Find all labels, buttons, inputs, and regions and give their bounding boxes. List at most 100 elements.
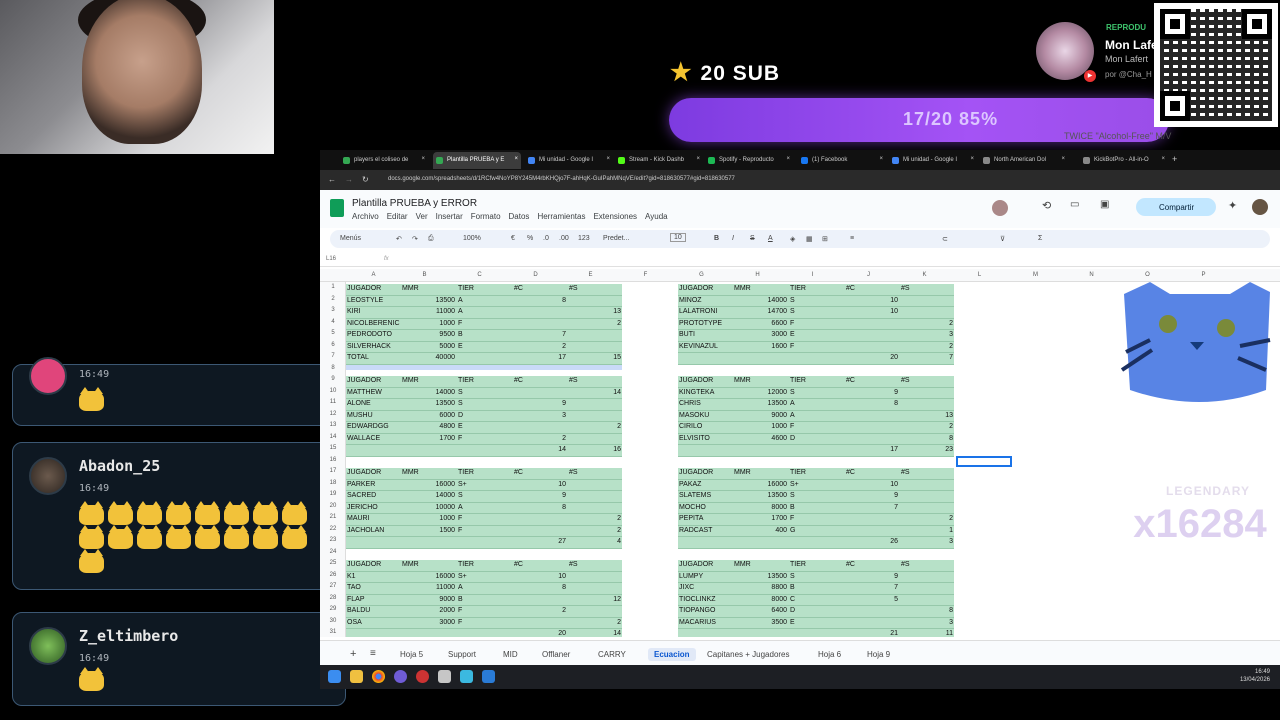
tab-close-icon[interactable]: × (879, 156, 883, 162)
table-cell[interactable]: S+ (458, 481, 510, 488)
header-cell[interactable]: #S (569, 285, 621, 292)
table-cell[interactable]: A (790, 412, 842, 419)
column-header[interactable]: C (452, 272, 507, 278)
table-cell[interactable]: E (790, 331, 842, 338)
cell-reference[interactable]: L16 (326, 256, 336, 262)
table-cell[interactable]: 3500 (734, 619, 787, 626)
header-cell[interactable]: JUGADOR (679, 285, 733, 292)
header-cell[interactable]: MMR (402, 561, 455, 568)
address-bar[interactable]: ← → ↻ docs.google.com/spreadsheets/d/1RC… (320, 170, 1280, 190)
table-cell[interactable]: S+ (790, 481, 842, 488)
filter-icon[interactable]: ⊽ (1000, 235, 1005, 243)
header-cell[interactable]: JUGADOR (679, 561, 733, 568)
table-cell[interactable]: 2 (901, 423, 953, 430)
notepad-icon[interactable] (460, 670, 473, 683)
table-cell[interactable]: 17 (846, 446, 898, 453)
table-cell[interactable]: 27 (514, 538, 566, 545)
header-cell[interactable]: TIER (458, 377, 510, 384)
browser-tab[interactable]: Mi unidad - Google I × (889, 152, 977, 169)
add-sheet-icon[interactable]: + (350, 648, 356, 660)
table-cell[interactable]: 8 (901, 435, 953, 442)
table-cell[interactable]: 9 (514, 492, 566, 499)
table-cell[interactable]: 16000 (402, 481, 455, 488)
header-cell[interactable]: #S (901, 469, 953, 476)
row-header[interactable]: 14 (320, 434, 346, 440)
table-cell[interactable]: 14700 (734, 308, 787, 315)
table-cell[interactable]: 8 (846, 400, 898, 407)
menu-editar[interactable]: Editar (387, 212, 408, 221)
decrease-decimal-button[interactable]: .0 (543, 235, 549, 242)
header-cell[interactable]: TIER (790, 285, 842, 292)
column-header[interactable]: I (785, 272, 840, 278)
table-cell[interactable]: B (458, 331, 510, 338)
table-cell[interactable]: BALDU (347, 607, 401, 614)
zoom-select[interactable]: 100% (463, 235, 481, 242)
table-cell[interactable]: PARKER (347, 481, 401, 488)
table-cell[interactable]: 2 (901, 343, 953, 350)
table-cell[interactable]: 16000 (734, 481, 787, 488)
table-cell[interactable]: D (458, 412, 510, 419)
table-cell[interactable]: 3 (901, 331, 953, 338)
table-cell[interactable]: 8 (514, 504, 566, 511)
table-cell[interactable]: 13500 (402, 400, 455, 407)
table-cell[interactable]: 4600 (734, 435, 787, 442)
table-cell[interactable]: MATTHEW (347, 389, 401, 396)
table-cell[interactable]: 2 (901, 320, 953, 327)
header-cell[interactable]: TIER (458, 469, 510, 476)
table-cell[interactable]: 12 (569, 596, 621, 603)
reload-icon[interactable]: ↻ (362, 175, 369, 184)
currency-button[interactable]: € (511, 235, 515, 242)
row-header[interactable]: 15 (320, 445, 346, 451)
table-cell[interactable]: 14000 (402, 492, 455, 499)
table-cell[interactable]: SACRED (347, 492, 401, 499)
table-cell[interactable]: 13500 (402, 297, 455, 304)
row-header[interactable]: 10 (320, 388, 346, 394)
file-explorer-icon[interactable] (350, 670, 363, 683)
table-cell[interactable]: B (790, 504, 842, 511)
table-cell[interactable]: PAKAZ (679, 481, 733, 488)
system-clock[interactable]: 16:49 13/04/2026 (1240, 668, 1270, 684)
row-header[interactable]: 28 (320, 595, 346, 601)
table-cell[interactable]: 10 (514, 573, 566, 580)
menu-extensiones[interactable]: Extensiones (593, 212, 637, 221)
table-cell[interactable]: F (458, 527, 510, 534)
browser-tab[interactable]: Spotify - Reproducto × (705, 152, 793, 169)
table-cell[interactable]: K1 (347, 573, 401, 580)
row-header[interactable]: 4 (320, 319, 346, 325)
header-cell[interactable]: #S (569, 561, 621, 568)
table-cell[interactable]: 4800 (402, 423, 455, 430)
tab-close-icon[interactable]: × (1061, 156, 1065, 162)
header-cell[interactable]: #C (514, 469, 566, 476)
row-header[interactable]: 6 (320, 342, 346, 348)
table-cell[interactable]: 1000 (402, 515, 455, 522)
table-cell[interactable]: 8 (514, 297, 566, 304)
url-text[interactable]: docs.google.com/spreadsheets/d/1RCfw4NoY… (388, 176, 735, 182)
header-cell[interactable]: #C (514, 561, 566, 568)
header-cell[interactable]: #S (569, 377, 621, 384)
table-cell[interactable]: 13 (569, 308, 621, 315)
table-cell[interactable]: 5000 (402, 343, 455, 350)
table-cell[interactable]: MASOKU (679, 412, 733, 419)
header-cell[interactable]: JUGADOR (347, 561, 401, 568)
table-cell[interactable]: A (458, 504, 510, 511)
menu-insertar[interactable]: Insertar (436, 212, 463, 221)
row-header[interactable]: 23 (320, 537, 346, 543)
font-select[interactable]: Predet... (603, 235, 629, 242)
table-cell[interactable]: A (458, 297, 510, 304)
table-cell[interactable]: KEVINAZUL (679, 343, 733, 350)
menu-ver[interactable]: Ver (416, 212, 428, 221)
table-cell[interactable]: 2 (514, 343, 566, 350)
table-cell[interactable]: F (458, 619, 510, 626)
table-cell[interactable]: 3 (514, 412, 566, 419)
row-header[interactable]: 27 (320, 583, 346, 589)
share-button[interactable]: Compartir (1136, 198, 1216, 216)
obs-icon[interactable] (416, 670, 429, 683)
font-size-input[interactable]: 10 (670, 233, 686, 242)
link-icon[interactable]: ⊂ (942, 235, 948, 243)
table-cell[interactable]: 2 (569, 320, 621, 327)
sheet-tab[interactable]: CARRY (598, 650, 626, 659)
table-cell[interactable]: C (790, 596, 842, 603)
table-cell[interactable]: S (458, 400, 510, 407)
sheet-tab[interactable]: Hoja 6 (818, 650, 841, 659)
table-cell[interactable]: 8000 (734, 504, 787, 511)
